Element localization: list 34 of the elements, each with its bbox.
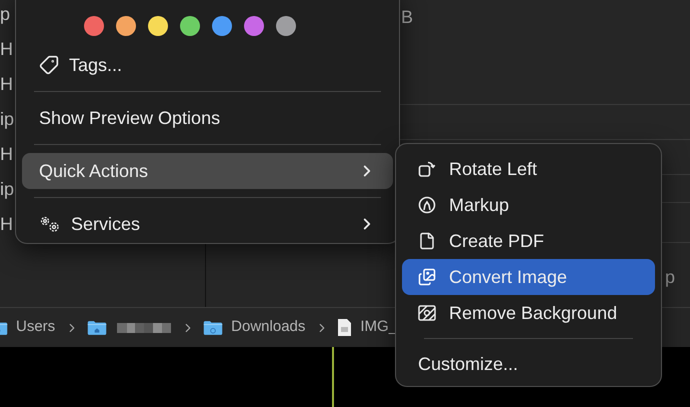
menu-item[interactable]: Customize... [402,346,655,382]
file-name[interactable]: H [0,141,13,168]
folder-icon [87,318,108,336]
menu-item[interactable]: Show Preview Options [22,100,393,136]
path-label[interactable]: Downloads [231,316,306,339]
tag-icon [39,55,59,75]
images-icon [418,268,436,286]
file-name[interactable]: ip [0,106,14,133]
vertical-line [332,347,334,407]
path-label[interactable]: IMG_ [360,316,398,339]
pen-circle-icon [418,196,436,214]
blurred-name [117,322,172,332]
menu-item[interactable]: Convert Image [402,259,655,295]
hatched-image-icon [418,305,436,321]
folder-icon [203,318,224,336]
menu-item[interactable]: Quick Actions [22,153,393,189]
file-name[interactable]: H [0,211,13,238]
pane-text: p [665,266,676,289]
menu-item[interactable]: Markup [402,187,655,223]
column-text: B [401,7,414,27]
path-label[interactable]: Users [16,316,56,339]
menu-item[interactable]: Create PDF [402,223,655,259]
menu-item[interactable]: Tags... [22,47,393,83]
file-name[interactable]: H [0,36,13,63]
gears-icon [39,215,61,233]
file-name[interactable]: ip [0,176,14,203]
file-name[interactable]: p [0,1,10,28]
menu-item[interactable]: Remove Background [402,295,655,331]
image-file-icon [337,318,352,337]
rotate-square-icon [418,160,436,178]
menu-item[interactable]: Rotate Left [402,151,655,187]
menu-item[interactable]: Services [22,206,393,242]
document-icon [418,232,436,250]
file-name[interactable]: H [0,71,13,98]
